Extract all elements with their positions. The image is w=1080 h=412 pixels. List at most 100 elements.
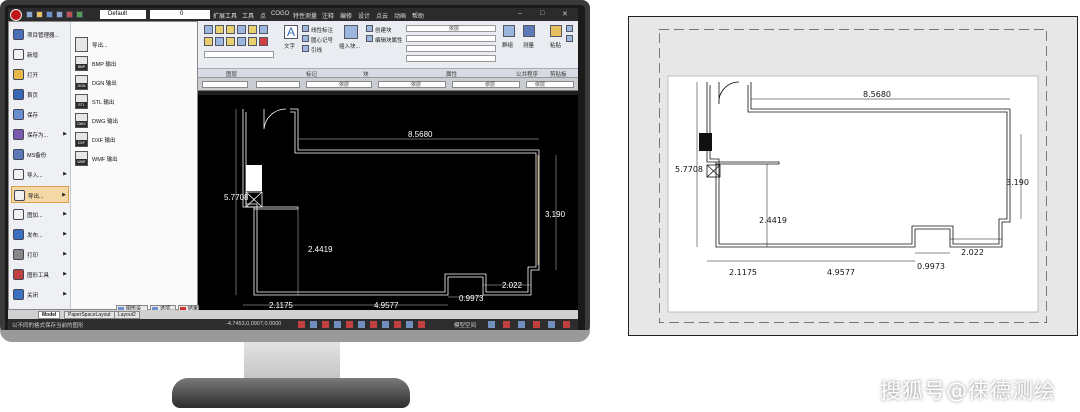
tab-model[interactable]: Model — [38, 311, 61, 319]
menu-annotate[interactable]: 注释 — [322, 11, 334, 20]
tab-layout2[interactable]: Layout2 — [114, 311, 140, 319]
layer-prev-icon[interactable] — [237, 37, 246, 46]
measure-button[interactable]: 测量 — [523, 41, 534, 49]
export-submenu-item[interactable]: BMP BMP 输出 — [73, 55, 193, 73]
qp-icon[interactable] — [406, 321, 413, 328]
layer-lock-icon[interactable] — [226, 25, 235, 34]
fullscreen-icon[interactable] — [548, 321, 555, 328]
menu-edit[interactable]: 编修 — [340, 11, 352, 20]
menu-point[interactable]: 点 — [260, 11, 266, 20]
menu-help[interactable]: 帮助 — [412, 11, 424, 20]
export-submenu-item[interactable]: STL STL 输出 — [73, 93, 193, 111]
group-button[interactable]: 群组 — [502, 41, 513, 49]
plotstyle-combo[interactable] — [406, 55, 496, 62]
qa-open-icon[interactable] — [36, 11, 43, 18]
export-submenu-item[interactable]: WMF WMF 输出 — [73, 150, 193, 168]
app-menu-item[interactable]: 首页 — [11, 86, 69, 103]
layer-off-icon[interactable] — [204, 37, 213, 46]
block-attr-icon[interactable] — [366, 35, 373, 42]
qa-save-icon[interactable] — [46, 11, 53, 18]
app-menu-item[interactable]: 打开 — [11, 66, 69, 83]
prop-combo-2[interactable] — [256, 81, 300, 88]
qa-print-icon[interactable] — [56, 11, 63, 18]
text-tool-icon[interactable]: A — [284, 25, 298, 39]
create-block-icon[interactable] — [366, 25, 373, 32]
dyn-icon[interactable] — [394, 321, 401, 328]
layer-freeze-icon[interactable] — [215, 25, 224, 34]
color-combo[interactable]: 依层 — [406, 25, 496, 32]
layer-match-icon[interactable] — [215, 37, 224, 46]
paste-icon[interactable] — [550, 25, 562, 37]
lineweight-combo[interactable] — [406, 45, 496, 52]
leader-button[interactable]: 引线 — [311, 46, 322, 54]
layer-thaw-icon[interactable] — [226, 37, 235, 46]
ribbon-layer-combo[interactable] — [204, 51, 274, 58]
menu-pointcloud[interactable]: 点云 — [376, 11, 388, 20]
linetype-combo[interactable] — [406, 35, 496, 42]
paste-button[interactable]: 粘贴 — [550, 41, 561, 49]
app-menu-item[interactable]: 保存 — [11, 106, 69, 123]
app-menu-item[interactable]: 图形工具 ▶ — [11, 266, 69, 283]
dim-linear-button[interactable]: 线性标注 — [311, 26, 333, 34]
measure-icon[interactable] — [523, 25, 535, 37]
layer-isolate-icon[interactable] — [237, 25, 246, 34]
polar-icon[interactable] — [334, 321, 341, 328]
lwt-icon[interactable] — [370, 321, 377, 328]
prop-combo-6[interactable]: 依层 — [526, 81, 574, 88]
snap-icon[interactable] — [298, 321, 305, 328]
osnap-icon[interactable] — [346, 321, 353, 328]
window-close-icon[interactable]: ✕ — [562, 10, 568, 18]
dim-linear-icon[interactable] — [302, 25, 309, 32]
help-icon[interactable] — [563, 321, 570, 328]
insert-block-button[interactable]: 插入块... — [339, 42, 360, 50]
menu-cogo[interactable]: COGO — [271, 11, 289, 17]
center-mark-button[interactable]: 圆心记号 — [311, 36, 333, 44]
app-menu-item[interactable]: 新增 — [11, 46, 69, 63]
app-menu-item[interactable]: 发布... ▶ — [11, 226, 69, 243]
annot-icon[interactable] — [418, 321, 425, 328]
maximize-icon[interactable]: □ — [540, 10, 544, 17]
app-menu-item[interactable]: 打印 ▶ — [11, 246, 69, 263]
leader-icon[interactable] — [302, 45, 309, 52]
workspace-icon[interactable] — [488, 321, 495, 328]
block-attr-button[interactable]: 编辑块属性 — [375, 36, 403, 44]
lock-icon[interactable] — [503, 321, 510, 328]
app-menu-item[interactable]: 导出... ▶ — [11, 186, 69, 203]
prop-combo-5[interactable]: 依层 — [452, 81, 520, 88]
prop-combo-4[interactable]: 依层 — [378, 81, 446, 88]
qa-undo-icon[interactable] — [66, 11, 73, 18]
menu-design[interactable]: 设计 — [358, 11, 370, 20]
profile-select[interactable]: Default — [100, 10, 146, 19]
cut-icon[interactable] — [566, 35, 573, 42]
text-button-label[interactable]: 文字 — [284, 42, 295, 50]
export-submenu-item[interactable]: DXF DXF 输出 — [73, 131, 193, 149]
app-menu-item[interactable]: 导入... ▶ — [11, 166, 69, 183]
layer-walk-icon[interactable] — [259, 25, 268, 34]
app-menu-item[interactable]: 图加... ▶ — [11, 206, 69, 223]
ortho-icon[interactable] — [322, 321, 329, 328]
layer-select[interactable]: 0 — [150, 10, 210, 19]
layer-unlock-icon[interactable] — [248, 37, 257, 46]
clean-icon[interactable] — [518, 321, 525, 328]
status-space[interactable]: 模型空间 — [454, 321, 476, 329]
app-menu-item[interactable]: 关闭 ▶ — [11, 286, 69, 303]
group-icon[interactable] — [503, 25, 515, 37]
settings-gear-icon[interactable] — [533, 321, 540, 328]
insert-block-icon[interactable] — [344, 25, 358, 39]
export-submenu-item[interactable]: DWG DWG 输出 — [73, 112, 193, 130]
layer-delete-icon[interactable] — [259, 37, 268, 46]
prop-combo-1[interactable] — [202, 81, 248, 88]
layer-state-icon[interactable] — [204, 25, 213, 34]
layer-on-icon[interactable] — [248, 25, 257, 34]
tmode-icon[interactable] — [382, 321, 389, 328]
create-block-button[interactable]: 创建块 — [375, 26, 392, 34]
menu-measure[interactable]: 特性测量 — [293, 11, 317, 20]
drawing-canvas[interactable]: 8.5680 5.7708 3.190 2.4419 2.1175 4.9577… — [198, 95, 578, 310]
menu-extend-tools[interactable]: 扩展工具 — [213, 11, 237, 20]
center-mark-icon[interactable] — [302, 35, 309, 42]
export-submenu-item[interactable]: 导出... — [73, 36, 193, 54]
app-menu-item[interactable]: 保存为... ▶ — [11, 126, 69, 143]
menu-animation[interactable]: 动画 — [394, 11, 406, 20]
qa-redo-icon[interactable] — [76, 11, 83, 18]
menu-tools[interactable]: 工具 — [242, 11, 254, 20]
